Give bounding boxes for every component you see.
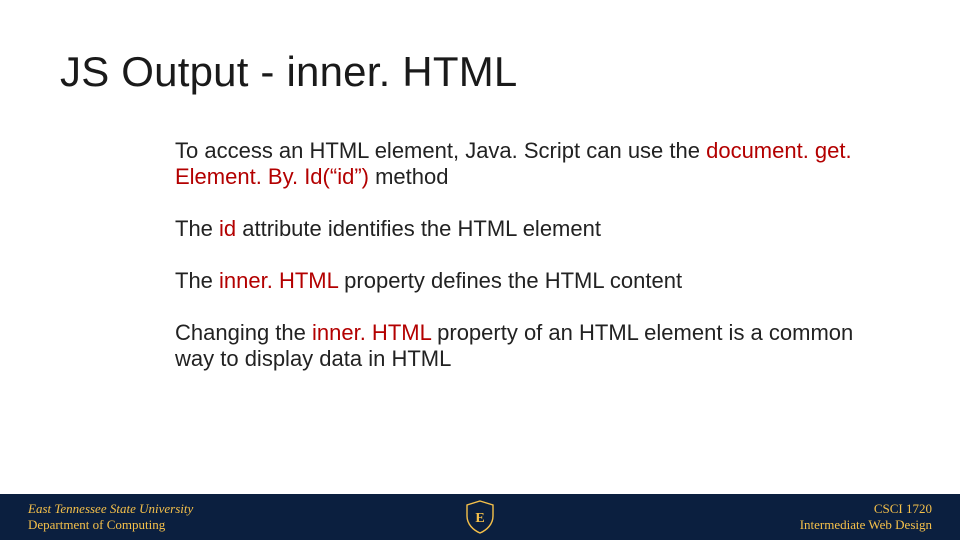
paragraph-4: Changing the inner. HTML property of an … (175, 320, 855, 372)
paragraph-3: The inner. HTML property defines the HTM… (175, 268, 855, 294)
p2-highlight: id (219, 216, 236, 241)
footer-department: Department of Computing (28, 517, 193, 533)
footer-logo: E (465, 500, 495, 534)
footer-left: East Tennessee State University Departme… (0, 501, 193, 534)
footer-course-code: CSCI 1720 (800, 501, 932, 517)
p1-text-b: method (369, 164, 449, 189)
slide-body: To access an HTML element, Java. Script … (175, 138, 855, 398)
footer-course-name: Intermediate Web Design (800, 517, 932, 533)
p4-text-a: Changing the (175, 320, 312, 345)
p3-text-b: property defines the HTML content (338, 268, 682, 293)
p1-text-a: To access an HTML element, Java. Script … (175, 138, 706, 163)
logo-letter: E (475, 511, 484, 526)
p2-text-a: The (175, 216, 219, 241)
p3-highlight: inner. HTML (219, 268, 338, 293)
slide-footer: East Tennessee State University Departme… (0, 494, 960, 540)
shield-icon: E (465, 500, 495, 534)
p4-highlight: inner. HTML (312, 320, 431, 345)
footer-right: CSCI 1720 Intermediate Web Design (800, 501, 960, 534)
paragraph-1: To access an HTML element, Java. Script … (175, 138, 855, 190)
paragraph-2: The id attribute identifies the HTML ele… (175, 216, 855, 242)
slide-title: JS Output - inner. HTML (60, 48, 517, 96)
p2-text-b: attribute identifies the HTML element (236, 216, 601, 241)
footer-university: East Tennessee State University (28, 501, 193, 517)
p3-text-a: The (175, 268, 219, 293)
